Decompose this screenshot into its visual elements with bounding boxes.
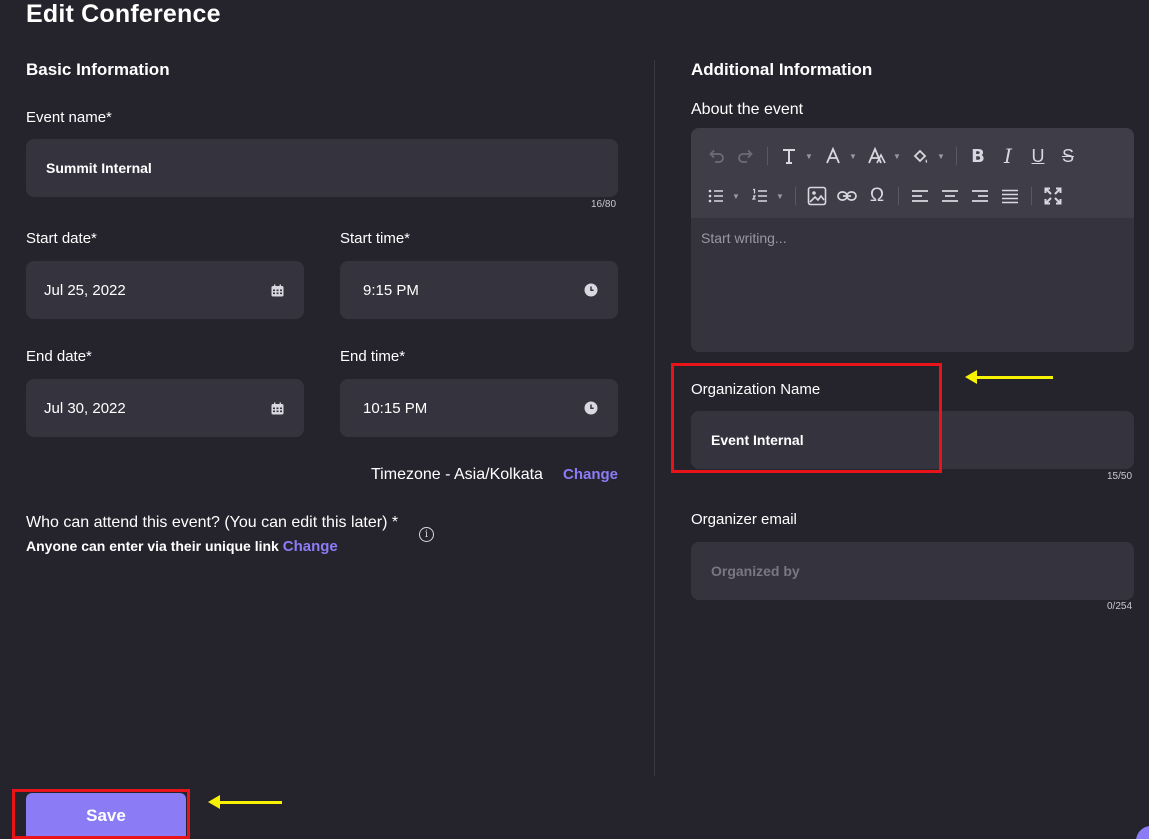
calendar-icon[interactable] xyxy=(270,401,284,415)
event-name-value: Summit Internal xyxy=(46,160,152,176)
org-email-placeholder: Organized by xyxy=(711,563,800,579)
toolbar-row-2: ▼ ▼ Ω xyxy=(701,176,1128,216)
align-right-icon[interactable] xyxy=(965,181,995,211)
annotation-highlight-box xyxy=(671,363,942,473)
rich-text-editor[interactable]: ▼ ▼ ▼ ▼ B I U S ▼ ▼ Ω Start writing... xyxy=(691,128,1134,352)
link-icon[interactable] xyxy=(832,181,862,211)
clock-icon[interactable] xyxy=(584,283,598,297)
numbered-list-icon[interactable] xyxy=(745,181,775,211)
underline-icon[interactable]: U xyxy=(1023,141,1053,171)
end-time-input[interactable]: 10:15 PM xyxy=(340,379,618,437)
attend-question: Who can attend this event? (You can edit… xyxy=(26,514,399,531)
annotation-arrow xyxy=(208,795,282,809)
annotation-highlight-box xyxy=(12,789,190,839)
start-date-label: Start date* xyxy=(26,230,97,247)
attend-change-link[interactable]: Change xyxy=(283,538,338,555)
column-divider xyxy=(654,60,655,776)
start-date-input[interactable]: Jul 25, 2022 xyxy=(26,261,304,319)
strikethrough-icon[interactable]: S xyxy=(1053,141,1083,171)
timezone-text: Timezone - Asia/Kolkata xyxy=(371,466,543,483)
org-email-input[interactable]: Organized by xyxy=(691,542,1134,600)
bullet-list-icon[interactable] xyxy=(701,181,731,211)
chevron-down-icon[interactable]: ▼ xyxy=(848,141,858,171)
chevron-down-icon[interactable]: ▼ xyxy=(936,141,946,171)
toolbar-separator xyxy=(767,147,768,165)
redo-icon[interactable] xyxy=(731,141,761,171)
basic-info-heading: Basic Information xyxy=(26,60,170,79)
event-name-input[interactable]: Summit Internal xyxy=(26,139,618,197)
attend-answer-row: Anyone can enter via their unique link C… xyxy=(26,538,338,555)
bold-icon[interactable]: B xyxy=(963,141,993,171)
annotation-arrow xyxy=(965,370,1053,384)
end-time-value: 10:15 PM xyxy=(363,399,428,417)
additional-info-heading: Additional Information xyxy=(691,60,873,79)
end-date-input[interactable]: Jul 30, 2022 xyxy=(26,379,304,437)
toolbar-separator xyxy=(795,187,796,205)
chevron-down-icon[interactable]: ▼ xyxy=(775,181,785,211)
editor-toolbar: ▼ ▼ ▼ ▼ B I U S ▼ ▼ Ω xyxy=(691,128,1134,218)
start-time-value: 9:15 PM xyxy=(363,281,419,299)
toolbar-separator xyxy=(956,147,957,165)
org-email-label: Organizer email xyxy=(691,511,797,528)
chevron-down-icon[interactable]: ▼ xyxy=(731,181,741,211)
calendar-icon[interactable] xyxy=(270,283,284,297)
about-label: About the event xyxy=(691,101,804,118)
end-time-label: End time* xyxy=(340,348,406,365)
font-size-icon[interactable] xyxy=(862,141,892,171)
org-name-counter: 15/50 xyxy=(1107,471,1133,482)
start-time-label: Start time* xyxy=(340,230,411,247)
special-char-icon[interactable]: Ω xyxy=(862,181,892,211)
text-style-icon[interactable] xyxy=(774,141,804,171)
editor-content[interactable]: Start writing... xyxy=(691,218,1134,258)
info-icon[interactable]: i xyxy=(419,527,434,542)
font-color-icon[interactable] xyxy=(818,141,848,171)
chevron-down-icon[interactable]: ▼ xyxy=(804,141,814,171)
image-icon[interactable] xyxy=(802,181,832,211)
align-center-icon[interactable] xyxy=(935,181,965,211)
timezone-change-link[interactable]: Change xyxy=(563,466,618,483)
event-name-counter: 16/80 xyxy=(591,199,617,210)
page-title: Edit Conference xyxy=(26,0,221,28)
chevron-down-icon[interactable]: ▼ xyxy=(892,141,902,171)
end-date-value: Jul 30, 2022 xyxy=(44,399,126,417)
help-widget-button[interactable] xyxy=(1136,826,1149,839)
end-date-label: End date* xyxy=(26,348,92,365)
undo-icon[interactable] xyxy=(701,141,731,171)
event-name-label: Event name* xyxy=(26,109,112,126)
align-left-icon[interactable] xyxy=(905,181,935,211)
start-time-input[interactable]: 9:15 PM xyxy=(340,261,618,319)
timezone-row: Timezone - Asia/Kolkata Change xyxy=(371,466,618,484)
attend-answer: Anyone can enter via their unique link xyxy=(26,538,279,554)
highlight-icon[interactable] xyxy=(906,141,936,171)
italic-icon[interactable]: I xyxy=(993,141,1023,171)
fullscreen-icon[interactable] xyxy=(1038,181,1068,211)
clock-icon[interactable] xyxy=(584,401,598,415)
toolbar-separator xyxy=(898,187,899,205)
toolbar-separator xyxy=(1031,187,1032,205)
org-email-counter: 0/254 xyxy=(1107,601,1133,612)
start-date-value: Jul 25, 2022 xyxy=(44,281,126,299)
align-justify-icon[interactable] xyxy=(995,181,1025,211)
toolbar-row-1: ▼ ▼ ▼ ▼ B I U S xyxy=(701,136,1128,176)
